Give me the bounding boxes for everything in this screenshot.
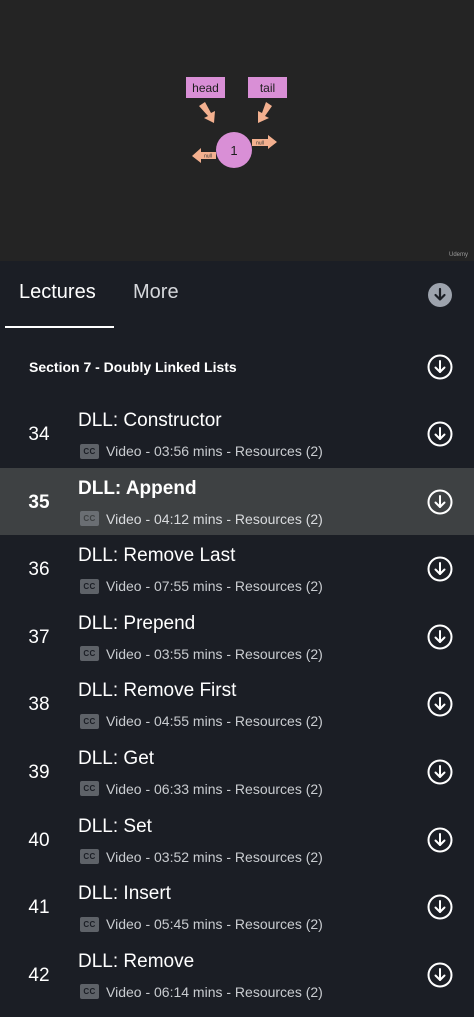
lecture-title: DLL: Prepend: [78, 612, 196, 634]
lecture-meta-text: Video - 06:33 mins - Resources (2): [106, 780, 323, 797]
tail-label: tail: [260, 81, 275, 95]
tail-arrow: [258, 102, 272, 123]
download-circle-icon: [427, 556, 453, 582]
head-label: head: [192, 81, 219, 95]
section-title: Section 7 - Doubly Linked Lists: [29, 359, 237, 375]
lecture-meta: CC Video - 03:52 mins - Resources (2): [80, 848, 323, 866]
download-circle-icon: [427, 962, 453, 988]
head-arrow: [199, 102, 215, 123]
lecture-download-button[interactable]: [427, 962, 453, 988]
lecture-download-button[interactable]: [427, 556, 453, 582]
lecture-number: 38: [28, 694, 50, 716]
lecture-meta-text: Video - 03:56 mins - Resources (2): [106, 443, 323, 459]
video-player[interactable]: head tail 1 null null Udemy: [0, 0, 474, 261]
lecture-meta-text: Video - 03:55 mins - Resources (2): [106, 645, 323, 662]
closed-captions-icon: CC: [80, 713, 99, 729]
section-header[interactable]: Section 7 - Doubly Linked Lists: [0, 340, 474, 396]
lecture-row[interactable]: 41 DLL: Insert CC Video - 05:45 mins - R…: [0, 873, 474, 941]
lecture-number: 34: [28, 424, 50, 445]
tab-lectures[interactable]: Lectures: [19, 281, 96, 304]
lecture-title: DLL: Remove: [78, 950, 195, 972]
closed-captions-icon: CC: [80, 443, 99, 459]
section-download-button[interactable]: [427, 354, 453, 380]
lecture-number: 40: [28, 829, 50, 851]
lecture-row[interactable]: 38 DLL: Remove First CC Video - 04:55 mi…: [0, 670, 474, 738]
lecture-download-button[interactable]: [427, 827, 453, 853]
download-circle-icon: [427, 759, 453, 785]
lecture-number: 35: [28, 491, 50, 513]
lecture-download-button[interactable]: [427, 894, 453, 920]
lecture-meta: CC Video - 04:12 mins - Resources (2): [80, 510, 323, 528]
lecture-download-button[interactable]: [427, 759, 453, 785]
lecture-meta: CC Video - 06:33 mins - Resources (2): [80, 780, 323, 798]
lecture-meta: CC Video - 04:55 mins - Resources (2): [80, 712, 323, 730]
lecture-download-button[interactable]: [427, 421, 453, 447]
lecture-row[interactable]: 37 DLL: Prepend CC Video - 03:55 mins - …: [0, 603, 474, 671]
lecture-title: DLL: Remove First: [78, 680, 237, 702]
lecture-meta: CC Video - 07:55 mins - Resources (2): [80, 577, 323, 595]
closed-captions-icon: CC: [80, 511, 99, 527]
lecture-row[interactable]: 40 DLL: Set CC Video - 03:52 mins - Reso…: [0, 806, 474, 874]
download-circle-icon: [427, 354, 453, 380]
lecture-number: 39: [28, 761, 50, 783]
lecture-meta-text: Video - 07:55 mins - Resources (2): [106, 578, 323, 595]
lecture-row[interactable]: 36 DLL: Remove Last CC Video - 07:55 min…: [0, 535, 474, 603]
lecture-number: 36: [28, 559, 50, 581]
closed-captions-icon: CC: [80, 781, 99, 797]
lecture-download-button[interactable]: [427, 691, 453, 717]
lecture-number: 37: [28, 626, 50, 648]
download-circle-icon: [427, 624, 453, 650]
lecture-meta-text: Video - 04:12 mins - Resources (2): [106, 510, 323, 527]
closed-captions-icon: CC: [80, 984, 99, 1000]
node-value: 1: [230, 143, 237, 158]
lecture-title: DLL: Insert: [78, 883, 171, 905]
tab-more[interactable]: More: [133, 281, 179, 304]
lecture-meta: CC Video - 05:45 mins - Resources (2): [80, 915, 323, 933]
lecture-meta-text: Video - 04:55 mins - Resources (2): [106, 713, 323, 730]
lecture-meta-text: Video - 06:14 mins - Resources (2): [106, 983, 323, 1000]
lecture-list: 34 DLL: Constructor CC Video - 03:56 min…: [0, 400, 474, 1008]
download-circle-icon: [427, 691, 453, 717]
null-right: null: [256, 141, 264, 147]
lecture-meta: CC Video - 06:14 mins - Resources (2): [80, 983, 323, 1001]
download-circle-icon: [427, 894, 453, 920]
null-left: null: [204, 154, 212, 160]
lecture-number: 42: [28, 964, 50, 986]
closed-captions-icon: CC: [80, 578, 99, 594]
lecture-title: DLL: Set: [78, 815, 152, 837]
download-circle-icon: [427, 489, 453, 515]
closed-captions-icon: CC: [80, 916, 99, 932]
lecture-row[interactable]: 34 DLL: Constructor CC Video - 03:56 min…: [0, 400, 474, 468]
lecture-title: DLL: Remove Last: [78, 545, 236, 567]
lecture-title: DLL: Append: [78, 477, 197, 499]
closed-captions-icon: CC: [80, 646, 99, 662]
lecture-row[interactable]: 35 DLL: Append CC Video - 04:12 mins - R…: [0, 467, 474, 536]
lecture-meta-text: Video - 05:45 mins - Resources (2): [106, 916, 323, 933]
lecture-title: DLL: Get: [78, 747, 155, 769]
lecture-meta: CC Video - 03:55 mins - Resources (2): [80, 645, 323, 663]
tab-bar: Lectures More: [0, 261, 474, 331]
lecture-number: 41: [28, 897, 50, 919]
download-circle-icon: [427, 421, 453, 447]
udemy-watermark: Udemy: [448, 252, 468, 258]
linked-list-diagram: head tail 1 null null: [186, 77, 287, 168]
closed-captions-icon: CC: [80, 849, 99, 865]
lecture-meta: CC Video - 03:56 mins - Resources (2): [80, 442, 323, 460]
lecture-row[interactable]: 39 DLL: Get CC Video - 06:33 mins - Reso…: [0, 738, 474, 806]
lecture-download-button[interactable]: [427, 624, 453, 650]
lecture-title: DLL: Constructor: [78, 410, 222, 431]
download-circle-icon: [427, 827, 453, 853]
lecture-meta-text: Video - 03:52 mins - Resources (2): [106, 848, 323, 865]
lecture-download-button[interactable]: [427, 489, 453, 515]
tab-selected-indicator: [5, 326, 114, 328]
download-icon: [434, 287, 446, 301]
download-all-button[interactable]: [428, 283, 452, 307]
lecture-row[interactable]: 42 DLL: Remove CC Video - 06:14 mins - R…: [0, 941, 474, 1009]
